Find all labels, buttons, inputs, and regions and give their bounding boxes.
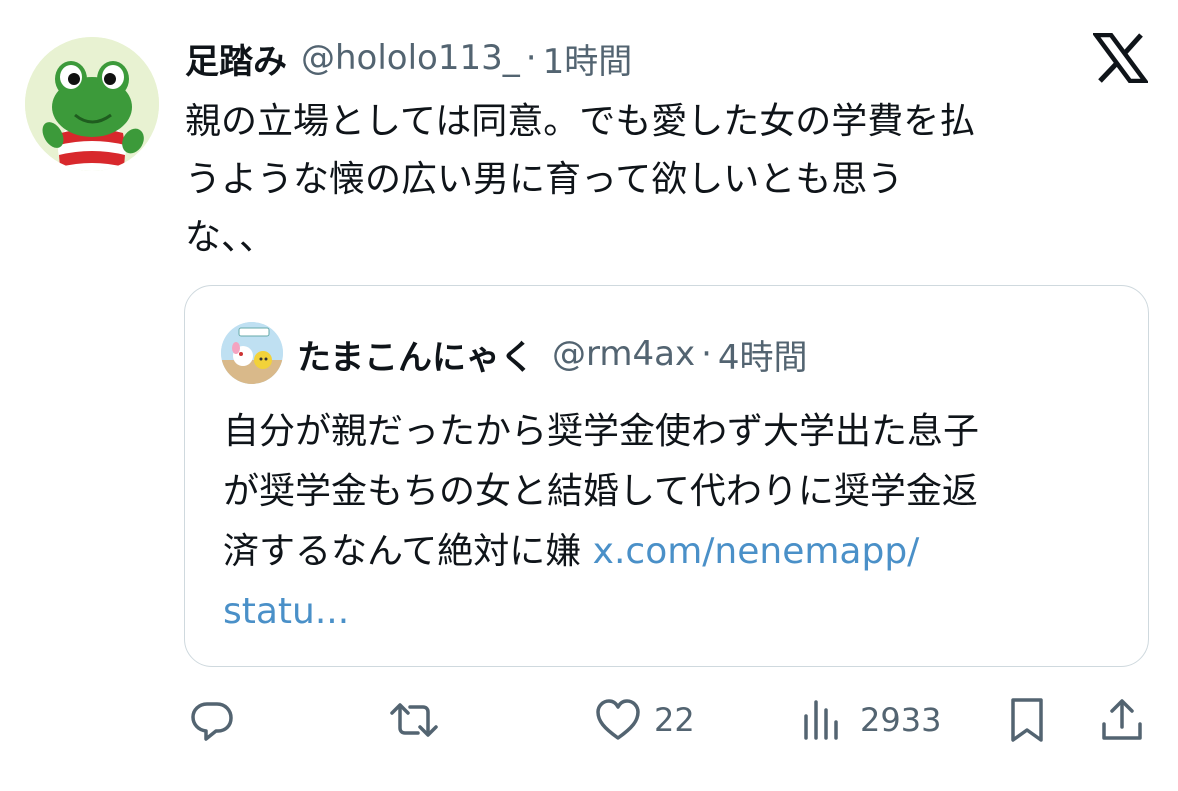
- tweet-text-line: な、、: [185, 217, 276, 258]
- quoted-user-handle[interactable]: @rm4ax: [552, 334, 695, 374]
- cartoon-character-icon: [221, 322, 283, 384]
- quoted-link[interactable]: x.com/nenemapp/: [593, 531, 920, 572]
- tweet-text-line: 親の立場としては同意。でも愛した女の学費を払: [185, 101, 976, 142]
- heart-icon: [596, 699, 640, 740]
- retweet-icon: [390, 703, 438, 737]
- quoted-text-segment: 済するなんて絶対に嫌: [223, 531, 582, 572]
- separator-dot: ·: [701, 334, 712, 374]
- x-logo-icon: [1091, 32, 1150, 84]
- bookmark-button[interactable]: [1007, 692, 1047, 748]
- share-icon: [1102, 699, 1142, 740]
- retweet-button[interactable]: [386, 692, 442, 748]
- quoted-display-name[interactable]: たまこんにゃく: [297, 330, 534, 379]
- tweet-header: 足踏み @hololo113_ · 1時間: [185, 34, 632, 82]
- quoted-text-line: 済するなんて絶対に嫌 x.com/nenemapp/: [223, 522, 1133, 582]
- views-button[interactable]: 2933: [800, 692, 941, 748]
- quoted-text-line: が奨学金もちの女と結婚して代わりに奨学金返: [223, 471, 978, 512]
- quoted-tweet-text: 自分が親だったから奨学金使わず大学出た息子 が奨学金もちの女と結婚して代わりに奨…: [223, 402, 1133, 642]
- views-chart-icon: [804, 700, 838, 740]
- user-handle[interactable]: @hololo113_: [301, 38, 520, 78]
- tweet-text-line: うような懐の広い男に育って欲しいとも思う: [185, 159, 904, 200]
- share-button[interactable]: [1098, 692, 1146, 748]
- bookmark-icon: [1011, 698, 1043, 742]
- like-button[interactable]: 22: [594, 692, 695, 748]
- quoted-link-continued[interactable]: statu...: [223, 591, 349, 632]
- tweet-text: 親の立場としては同意。でも愛した女の学費を払 うような懐の広い男に育って欲しいと…: [185, 93, 1125, 267]
- quoted-text-line: 自分が親だったから奨学金使わず大学出た息子: [223, 411, 980, 452]
- quoted-tweet-header: たまこんにゃく @rm4ax · 4時間: [297, 328, 808, 380]
- quoted-timestamp[interactable]: 4時間: [718, 330, 808, 379]
- quoted-tweet-card[interactable]: たまこんにゃく @rm4ax · 4時間 自分が親だったから奨学金使わず大学出た…: [184, 285, 1149, 667]
- reply-icon: [191, 702, 233, 741]
- separator-dot: ·: [525, 38, 537, 78]
- action-bar: 22 2933: [0, 692, 1178, 748]
- display-name[interactable]: 足踏み: [185, 34, 287, 83]
- like-count: 22: [654, 701, 695, 739]
- quoted-text-line: statu...: [223, 582, 1133, 642]
- avatar[interactable]: [25, 37, 159, 171]
- frog-mascot-icon: [25, 37, 159, 171]
- timestamp[interactable]: 1時間: [543, 34, 633, 83]
- views-count: 2933: [860, 701, 942, 739]
- quoted-avatar[interactable]: [221, 322, 283, 384]
- reply-button[interactable]: [188, 692, 236, 748]
